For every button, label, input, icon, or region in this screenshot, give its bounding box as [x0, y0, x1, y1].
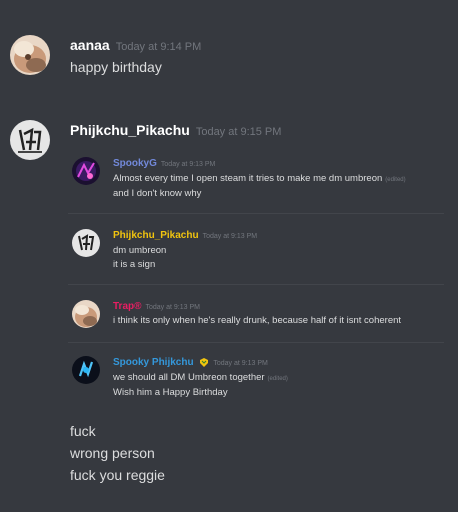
edited-tag: (edited)	[267, 376, 288, 382]
timestamp: Today at 9:13 PM	[145, 304, 200, 311]
quoted-line: Wish him a Happy Birthday	[113, 387, 228, 398]
quoted-message: SpookyG Today at 9:13 PM Almost every tim…	[72, 156, 442, 202]
quoted-text: we should all DM Umbreon together (edited…	[113, 371, 288, 400]
quoted-line: it is a sign	[113, 259, 156, 270]
message-line: wrong person	[70, 445, 155, 461]
quoted-line: Almost every time I open steam it tries …	[113, 173, 383, 184]
timestamp: Today at 9:13 PM	[160, 161, 216, 168]
quoted-line: i think its only when he's really drunk,…	[113, 315, 402, 326]
quoted-line: we should all DM Umbreon together	[113, 372, 265, 383]
author-name[interactable]: aanaa Today at 9:14 PM	[70, 37, 201, 53]
author-name[interactable]: Phijkchu_Pikachu Today at 9:15 PM	[70, 122, 281, 138]
edited-tag: (edited)	[385, 177, 406, 183]
quoted-line: and I don't know why	[113, 188, 202, 199]
author-label[interactable]: Phijkchu_Pikachu	[70, 122, 190, 138]
quoted-line: dm umbreon	[113, 245, 167, 256]
quoted-author-label: Spooky Phijkchu	[113, 357, 194, 368]
divider	[68, 213, 444, 214]
divider	[68, 342, 444, 343]
quoted-author: Trap® Today at 9:13 PM	[113, 301, 200, 312]
avatar	[72, 300, 100, 328]
timestamp: Today at 9:15 PM	[195, 126, 282, 138]
quoted-author-label: SpookyG	[113, 158, 157, 169]
timestamp: Today at 9:13 PM	[202, 233, 258, 240]
quoted-author-label: Trap®	[113, 301, 142, 312]
avatar	[72, 356, 100, 384]
message-text: fuck wrong person fuck you reggie	[70, 420, 165, 486]
avatar[interactable]	[10, 120, 50, 160]
quoted-text: i think its only when he's really drunk,…	[113, 314, 401, 328]
quoted-message: Spooky Phijkchu Today at 9:13 PM we shou…	[72, 355, 442, 401]
avatar	[72, 229, 100, 257]
timestamp: Today at 9:13 PM	[213, 360, 268, 367]
timestamp: Today at 9:14 PM	[115, 41, 202, 53]
quoted-message: Phijkchu_Pikachu Today at 9:13 PM dm umbr…	[72, 228, 442, 274]
quoted-author: Phijkchu_Pikachu Today at 9:13 PM	[113, 230, 257, 241]
quoted-message: Trap® Today at 9:13 PM i think its only w…	[72, 299, 442, 333]
quoted-author-label: Phijkchu_Pikachu	[113, 230, 199, 241]
message-line: fuck you reggie	[70, 467, 165, 483]
badge-icon	[200, 357, 209, 367]
author-label[interactable]: aanaa	[70, 37, 110, 53]
divider	[68, 284, 444, 285]
avatar	[72, 157, 100, 185]
quoted-author: Spooky Phijkchu Today at 9:13 PM	[113, 357, 268, 368]
avatar[interactable]	[10, 35, 50, 75]
quoted-text: dm umbreon it is a sign	[113, 244, 166, 272]
message-line: fuck	[70, 423, 96, 439]
quoted-author: SpookyG Today at 9:13 PM	[113, 158, 215, 169]
quoted-text: Almost every time I open steam it tries …	[113, 172, 406, 201]
message-text: happy birthday	[70, 59, 162, 75]
